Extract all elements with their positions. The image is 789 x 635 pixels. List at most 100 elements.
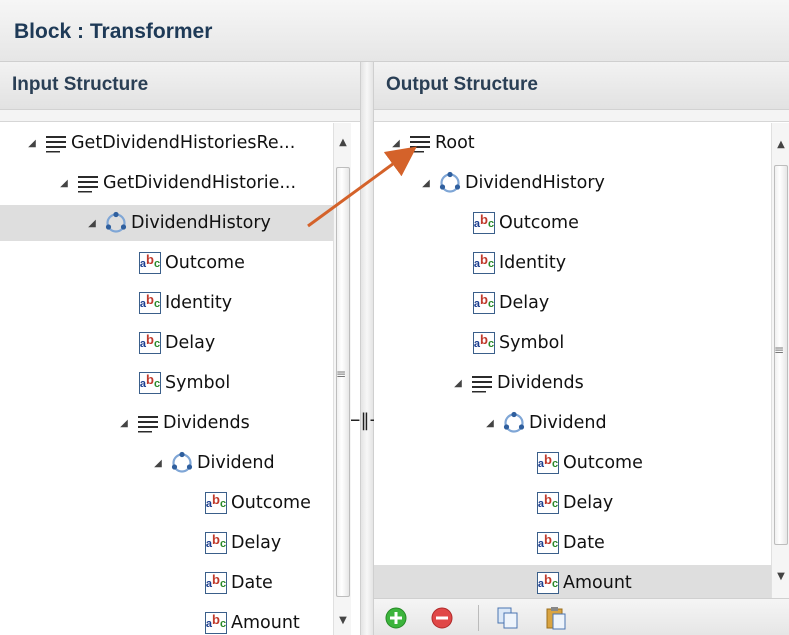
tree-node-label: Dividend: [197, 453, 275, 473]
scroll-down-arrow[interactable]: ▼: [772, 567, 789, 587]
output-column-subheader: [374, 110, 789, 122]
tree-node-label: Outcome: [165, 253, 245, 273]
block-title: Block : Transformer: [14, 20, 213, 43]
tree-node[interactable]: a b c Outcome: [184, 485, 311, 521]
cycle-icon: [170, 451, 194, 475]
output-structure-header: Output Structure: [374, 62, 789, 110]
tree-node-label: DividendHistory: [465, 173, 605, 193]
tree-node-label: GetDividendHistorie...: [103, 173, 297, 193]
toolbar-separator: [478, 605, 479, 631]
output-scrollbar[interactable]: ▲ ≡ ▼: [771, 123, 789, 598]
input-structure-title: Input Structure: [12, 74, 149, 95]
tree-node[interactable]: a b c Amount: [184, 605, 300, 635]
abc-icon: abc: [204, 611, 228, 635]
expand-toggle-icon[interactable]: ◢: [150, 458, 166, 469]
tree-node[interactable]: ◢ Root: [388, 125, 475, 161]
abc-icon: abc: [138, 251, 162, 275]
tree-node-label: Delay: [499, 293, 550, 313]
tree-node[interactable]: a b c Delay: [184, 525, 281, 561]
abc-icon: abc: [204, 491, 228, 515]
tree-node[interactable]: a b c Outcome: [118, 245, 245, 281]
expand-toggle-icon[interactable]: ◢: [84, 218, 100, 229]
tree-node-label: Date: [563, 533, 605, 553]
tree-node-label: Outcome: [231, 493, 311, 513]
input-structure-header: Input Structure: [0, 62, 360, 110]
panel-splitter[interactable]: [360, 62, 374, 635]
tree-node[interactable]: ◢ GetDividendHistoriesRe...: [24, 125, 295, 161]
list-icon: [136, 411, 160, 435]
tree-node-label: Dividend: [529, 413, 607, 433]
cycle-icon: [438, 171, 462, 195]
expand-toggle-icon[interactable]: ◢: [450, 378, 466, 389]
tree-node-label: Root: [435, 133, 475, 153]
tree-node[interactable]: a b c Delay: [516, 485, 613, 521]
input-tree[interactable]: ◢ GetDividendHistoriesRe... ◢ GetDividendHi…: [0, 123, 333, 635]
expand-toggle-icon[interactable]: ◢: [116, 418, 132, 429]
remove-icon[interactable]: [430, 606, 454, 630]
expand-toggle-icon[interactable]: ◢: [418, 178, 434, 189]
grip-icon: ≡: [774, 343, 785, 357]
tree-node-label: DividendHistory: [131, 213, 271, 233]
abc-icon: abc: [204, 531, 228, 555]
expand-toggle-icon[interactable]: ◢: [482, 418, 498, 429]
scroll-down-arrow[interactable]: ▼: [334, 611, 352, 631]
tree-node-label: Symbol: [165, 373, 231, 393]
tree-node[interactable]: a b c Symbol: [118, 365, 230, 401]
expand-toggle-icon[interactable]: ◢: [24, 138, 40, 149]
tree-node[interactable]: a b c Identity: [452, 245, 566, 281]
add-icon[interactable]: [384, 606, 408, 630]
tree-node[interactable]: a b c Date: [516, 525, 605, 561]
tree-node[interactable]: ◢ Dividend: [150, 445, 275, 481]
tree-node[interactable]: ◢ Dividends: [450, 365, 584, 401]
tree-node[interactable]: a b c Outcome: [452, 205, 579, 241]
tree-node[interactable]: a b c Delay: [118, 325, 215, 361]
tree-node[interactable]: a b c Amount: [374, 565, 771, 598]
tree-node[interactable]: ◢ Dividend: [482, 405, 607, 441]
abc-icon: abc: [204, 571, 228, 595]
tree-node[interactable]: ◢ DividendHistory: [0, 205, 333, 241]
tree-node[interactable]: a b c Outcome: [516, 445, 643, 481]
cycle-icon: [104, 211, 128, 235]
output-structure-title: Output Structure: [386, 74, 538, 95]
abc-icon: abc: [536, 571, 560, 595]
abc-icon: abc: [472, 331, 496, 355]
copy-icon[interactable]: [496, 606, 520, 630]
abc-icon: abc: [472, 211, 496, 235]
output-toolbar: [374, 598, 789, 635]
tree-node-label: Outcome: [563, 453, 643, 473]
scroll-up-arrow[interactable]: ▲: [772, 135, 789, 155]
tree-node-label: Amount: [563, 573, 632, 593]
input-scrollbar[interactable]: ▲ ≡ ▼: [333, 123, 351, 635]
list-icon: [408, 131, 432, 155]
output-tree[interactable]: ◢ Root ◢ DividendHistory a b c Outcome a b c Identi…: [374, 123, 771, 598]
tree-node-label: Outcome: [499, 213, 579, 233]
tree-node[interactable]: ◢ GetDividendHistorie...: [56, 165, 296, 201]
tree-node[interactable]: a b c Date: [184, 565, 273, 601]
grip-icon: ≡: [336, 367, 347, 381]
tree-node-label: Dividends: [163, 413, 250, 433]
expand-toggle-icon[interactable]: ◢: [56, 178, 72, 189]
abc-icon: abc: [138, 331, 162, 355]
list-icon: [470, 371, 494, 395]
tree-node[interactable]: ◢ DividendHistory: [418, 165, 605, 201]
paste-icon[interactable]: [544, 606, 568, 630]
tree-node-label: Amount: [231, 613, 300, 633]
expand-toggle-icon[interactable]: ◢: [388, 138, 404, 149]
tree-node[interactable]: a b c Delay: [452, 285, 549, 321]
tree-node-label: Date: [231, 573, 273, 593]
tree-node[interactable]: a b c Symbol: [452, 325, 564, 361]
tree-node-label: GetDividendHistoriesRe...: [71, 133, 296, 153]
block-header: Block : Transformer: [0, 0, 789, 62]
tree-node-label: Symbol: [499, 333, 565, 353]
scroll-up-arrow[interactable]: ▲: [334, 133, 352, 153]
list-icon: [76, 171, 100, 195]
tree-node-label: Delay: [563, 493, 614, 513]
scroll-thumb[interactable]: [336, 167, 350, 597]
abc-icon: abc: [138, 371, 162, 395]
tree-node[interactable]: ◢ Dividends: [116, 405, 250, 441]
list-icon: [44, 131, 68, 155]
tree-node[interactable]: a b c Identity: [118, 285, 232, 321]
tree-node-label: Delay: [165, 333, 216, 353]
cycle-icon: [502, 411, 526, 435]
tree-node-label: Identity: [499, 253, 567, 273]
